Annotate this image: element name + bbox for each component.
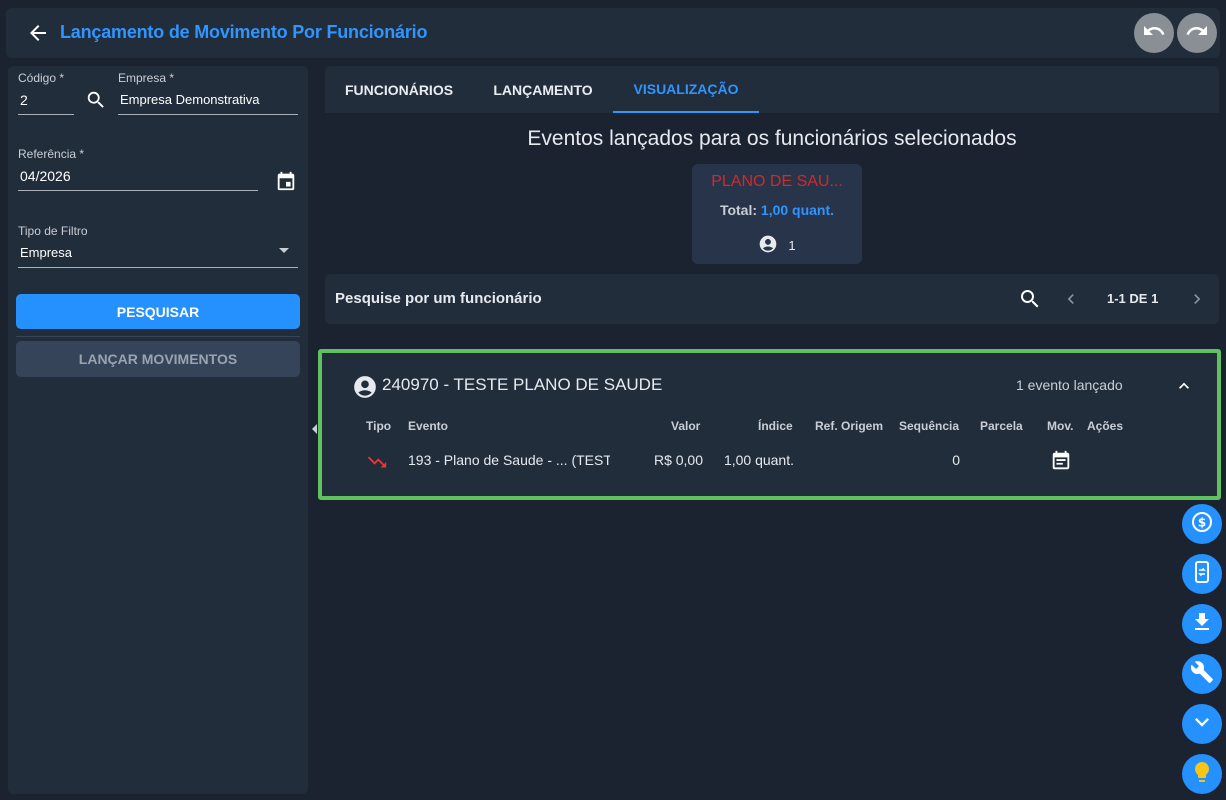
trending-down-icon (366, 451, 388, 478)
codigo-field[interactable]: 2 (20, 92, 28, 108)
tips-fab-button[interactable] (1182, 754, 1222, 794)
arrow-left-icon[interactable] (26, 21, 50, 45)
tab-funcionarios[interactable]: FUNCIONÁRIOS (325, 66, 473, 113)
column-header-parcela: Parcela (980, 419, 1023, 433)
employee-event-count: 1 evento lançado (1016, 377, 1123, 393)
column-header-mov: Mov. (1047, 419, 1074, 433)
referencia-underline (18, 190, 258, 191)
dropdown-arrow-icon[interactable] (279, 248, 289, 253)
money-fab-button[interactable]: $ (1182, 504, 1222, 544)
svg-text:$: $ (1198, 515, 1206, 529)
event-total-label: Total: (719, 202, 758, 218)
employee-search-bar: Pesquise por um funcionário 1-1 DE 1 (325, 274, 1219, 324)
chevron-down-icon (1188, 708, 1216, 741)
filter-panel: Código * 2 Empresa * Empresa Demonstrati… (8, 66, 308, 794)
empresa-label: Empresa * (118, 71, 175, 85)
account-circle-icon (352, 374, 378, 405)
codigo-underline (18, 114, 74, 115)
panel-collapse-handle[interactable] (312, 424, 317, 434)
calendar-icon[interactable] (275, 170, 297, 197)
tipo-filtro-underline (18, 267, 298, 268)
column-header-evento: Evento (408, 419, 449, 433)
lancar-movimentos-button[interactable]: LANÇAR MOVIMENTOS (16, 341, 300, 377)
phone-transfer-icon (1190, 560, 1214, 589)
event-note-icon[interactable] (1050, 450, 1072, 477)
redo-icon (1185, 19, 1209, 48)
codigo-label: Código * (18, 71, 65, 85)
undo-icon (1142, 19, 1166, 48)
column-header-valor: Valor (671, 419, 701, 433)
chevron-right-icon[interactable] (1187, 289, 1207, 314)
search-icon[interactable] (85, 89, 107, 116)
employee-count-value: 1 (788, 238, 796, 253)
transfer-fab-button[interactable] (1182, 554, 1222, 594)
tools-fab-button[interactable] (1182, 654, 1222, 694)
app-header: Lançamento de Movimento Por Funcionário (6, 8, 1220, 58)
row-valor: R$ 0,00 (653, 452, 703, 468)
divider (16, 336, 300, 337)
column-header-indice: Índice (758, 419, 793, 433)
referencia-field[interactable]: 04/2026 (20, 168, 71, 184)
lightbulb-icon (1190, 760, 1214, 789)
download-icon (1190, 610, 1214, 639)
page-title: Lançamento de Movimento Por Funcionário (60, 22, 428, 42)
account-circle-icon (758, 234, 778, 257)
event-employee-count: 1 (692, 234, 862, 257)
employee-search-label: Pesquise por um funcionário (335, 290, 542, 307)
pagination-label: 1-1 DE 1 (1107, 291, 1159, 306)
search-icon[interactable] (1018, 287, 1042, 316)
tab-visualizacao[interactable]: VISUALIZAÇÃO (613, 66, 759, 113)
section-title: Eventos lançados para os funcionários se… (527, 127, 1017, 150)
referencia-label: Referência * (18, 147, 85, 161)
chevron-up-icon[interactable] (1174, 376, 1194, 401)
event-summary-card[interactable]: PLANO DE SAU... Total: 1,00 quant. 1 (692, 164, 862, 264)
dollar-icon: $ (1190, 510, 1214, 539)
expand-fab-button[interactable] (1182, 704, 1222, 744)
chevron-left-icon[interactable] (1061, 289, 1081, 314)
redo-button[interactable] (1177, 13, 1217, 53)
empresa-field[interactable]: Empresa Demonstrativa (120, 92, 259, 107)
employee-card: 240970 - TESTE PLANO DE SAUDE 1 evento l… (318, 349, 1221, 500)
tab-bar: FUNCIONÁRIOS LANÇAMENTO VISUALIZAÇÃO (325, 66, 1219, 113)
undo-button[interactable] (1134, 13, 1174, 53)
tipo-filtro-label: Tipo de Filtro (18, 224, 88, 238)
employee-name: 240970 - TESTE PLANO DE SAUDE (382, 375, 663, 394)
empresa-underline (118, 114, 298, 115)
row-indice: 1,00 quant. (723, 452, 794, 468)
row-sequencia: 0 (952, 452, 960, 468)
pesquisar-button[interactable]: PESQUISAR (16, 294, 300, 329)
column-header-ref-origem: Ref. Origem (815, 419, 884, 433)
event-total: Total: 1,00 quant. (692, 202, 862, 218)
column-header-sequencia: Sequência (899, 419, 960, 433)
tab-lancamento[interactable]: LANÇAMENTO (473, 66, 613, 113)
row-evento: 193 - Plano de Saude - ... (TESTE (408, 452, 610, 468)
download-fab-button[interactable] (1182, 604, 1222, 644)
event-total-value: 1,00 quant. (760, 202, 835, 218)
column-header-tipo: Tipo (366, 419, 392, 433)
tipo-filtro-select[interactable]: Empresa (20, 245, 72, 260)
wrench-icon (1190, 660, 1214, 689)
column-header-acoes: Ações (1087, 419, 1124, 433)
event-name: PLANO DE SAU... (711, 173, 843, 190)
